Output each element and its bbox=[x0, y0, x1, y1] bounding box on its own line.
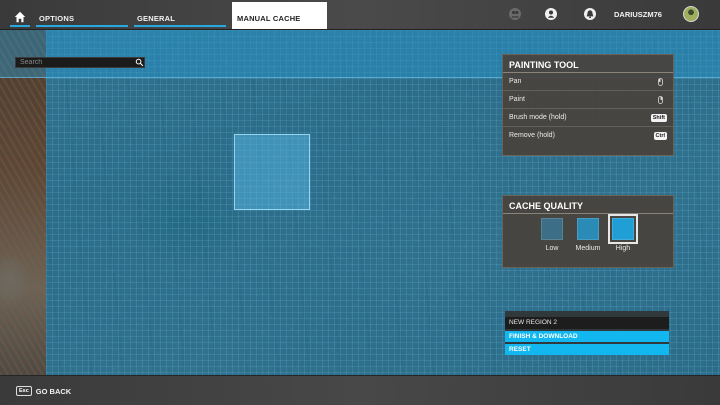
friends-icon bbox=[511, 10, 520, 18]
map-unselected-strip bbox=[0, 30, 46, 375]
quality-option-high[interactable]: High bbox=[608, 214, 638, 252]
quality-option-medium[interactable]: Medium bbox=[571, 218, 605, 252]
top-navigation-bar: OPTIONS GENERAL MANUAL CACHE DARIUSZM76 bbox=[0, 0, 720, 30]
tab-manual-cache[interactable]: MANUAL CACHE bbox=[232, 2, 327, 29]
tool-row-brush-mode[interactable]: Brush mode (hold) Shift bbox=[503, 109, 673, 127]
shift-key-badge: Shift bbox=[650, 114, 667, 122]
home-icon bbox=[14, 11, 26, 23]
search-input[interactable] bbox=[15, 57, 145, 68]
tool-row-paint-label: Paint bbox=[509, 96, 525, 103]
tool-row-brush-mode-label: Brush mode (hold) bbox=[509, 114, 567, 121]
quality-option-low[interactable]: Low bbox=[537, 218, 567, 252]
tab-options-label: OPTIONS bbox=[39, 14, 75, 23]
brush-selection-box[interactable] bbox=[234, 134, 310, 210]
home-underline bbox=[10, 25, 30, 27]
quality-label-high: High bbox=[615, 245, 631, 252]
go-back-button[interactable]: Esc GO BACK bbox=[16, 386, 71, 396]
search-icon[interactable] bbox=[135, 58, 144, 67]
quality-swatch-low bbox=[541, 218, 563, 240]
bell-icon bbox=[586, 10, 594, 19]
quality-options: Low Medium High bbox=[503, 214, 673, 268]
ctrl-key-badge: Ctrl bbox=[653, 132, 667, 140]
cache-quality-title: CACHE QUALITY bbox=[503, 196, 673, 214]
painting-tool-title: PAINTING TOOL bbox=[503, 55, 673, 73]
quality-label-low: Low bbox=[545, 245, 559, 252]
friends-button[interactable] bbox=[509, 8, 521, 20]
finish-download-button[interactable]: FINISH & DOWNLOAD bbox=[505, 331, 669, 342]
esc-key-badge: Esc bbox=[16, 386, 32, 396]
bottom-bar: Esc GO BACK bbox=[0, 375, 720, 405]
tool-row-remove[interactable]: Remove (hold) Ctrl bbox=[503, 127, 673, 145]
home-button[interactable] bbox=[10, 8, 30, 26]
tool-row-pan[interactable]: Pan bbox=[503, 73, 673, 91]
username-label: DARIUSZM76 bbox=[614, 10, 662, 19]
mouse-left-icon bbox=[658, 78, 663, 86]
tool-row-remove-label: Remove (hold) bbox=[509, 132, 555, 139]
quality-swatch-high bbox=[608, 214, 638, 244]
mouse-right-icon bbox=[658, 96, 663, 104]
painting-tool-panel: PAINTING TOOL Pan Paint Brush mode (hold… bbox=[502, 54, 674, 156]
tab-general[interactable]: GENERAL bbox=[134, 0, 226, 30]
tab-general-underline bbox=[134, 25, 226, 27]
profile-button[interactable] bbox=[545, 8, 557, 20]
reset-button[interactable]: RESET bbox=[505, 343, 669, 355]
tool-row-paint[interactable]: Paint bbox=[503, 91, 673, 109]
quality-label-medium: Medium bbox=[575, 245, 601, 252]
cache-quality-panel: CACHE QUALITY Low Medium High bbox=[502, 195, 674, 268]
go-back-label: GO BACK bbox=[35, 386, 72, 396]
user-icon bbox=[547, 10, 555, 18]
quality-swatch-medium bbox=[577, 218, 599, 240]
tab-options[interactable]: OPTIONS bbox=[36, 0, 128, 30]
region-name-input[interactable] bbox=[505, 316, 669, 329]
tool-row-pan-label: Pan bbox=[509, 78, 522, 85]
tab-options-underline bbox=[36, 25, 128, 27]
tab-manual-cache-label: MANUAL CACHE bbox=[237, 14, 301, 23]
tab-general-label: GENERAL bbox=[137, 14, 176, 23]
region-actions-panel: FINISH & DOWNLOAD RESET bbox=[505, 311, 669, 355]
notifications-button[interactable] bbox=[584, 8, 596, 20]
avatar[interactable] bbox=[683, 6, 699, 22]
